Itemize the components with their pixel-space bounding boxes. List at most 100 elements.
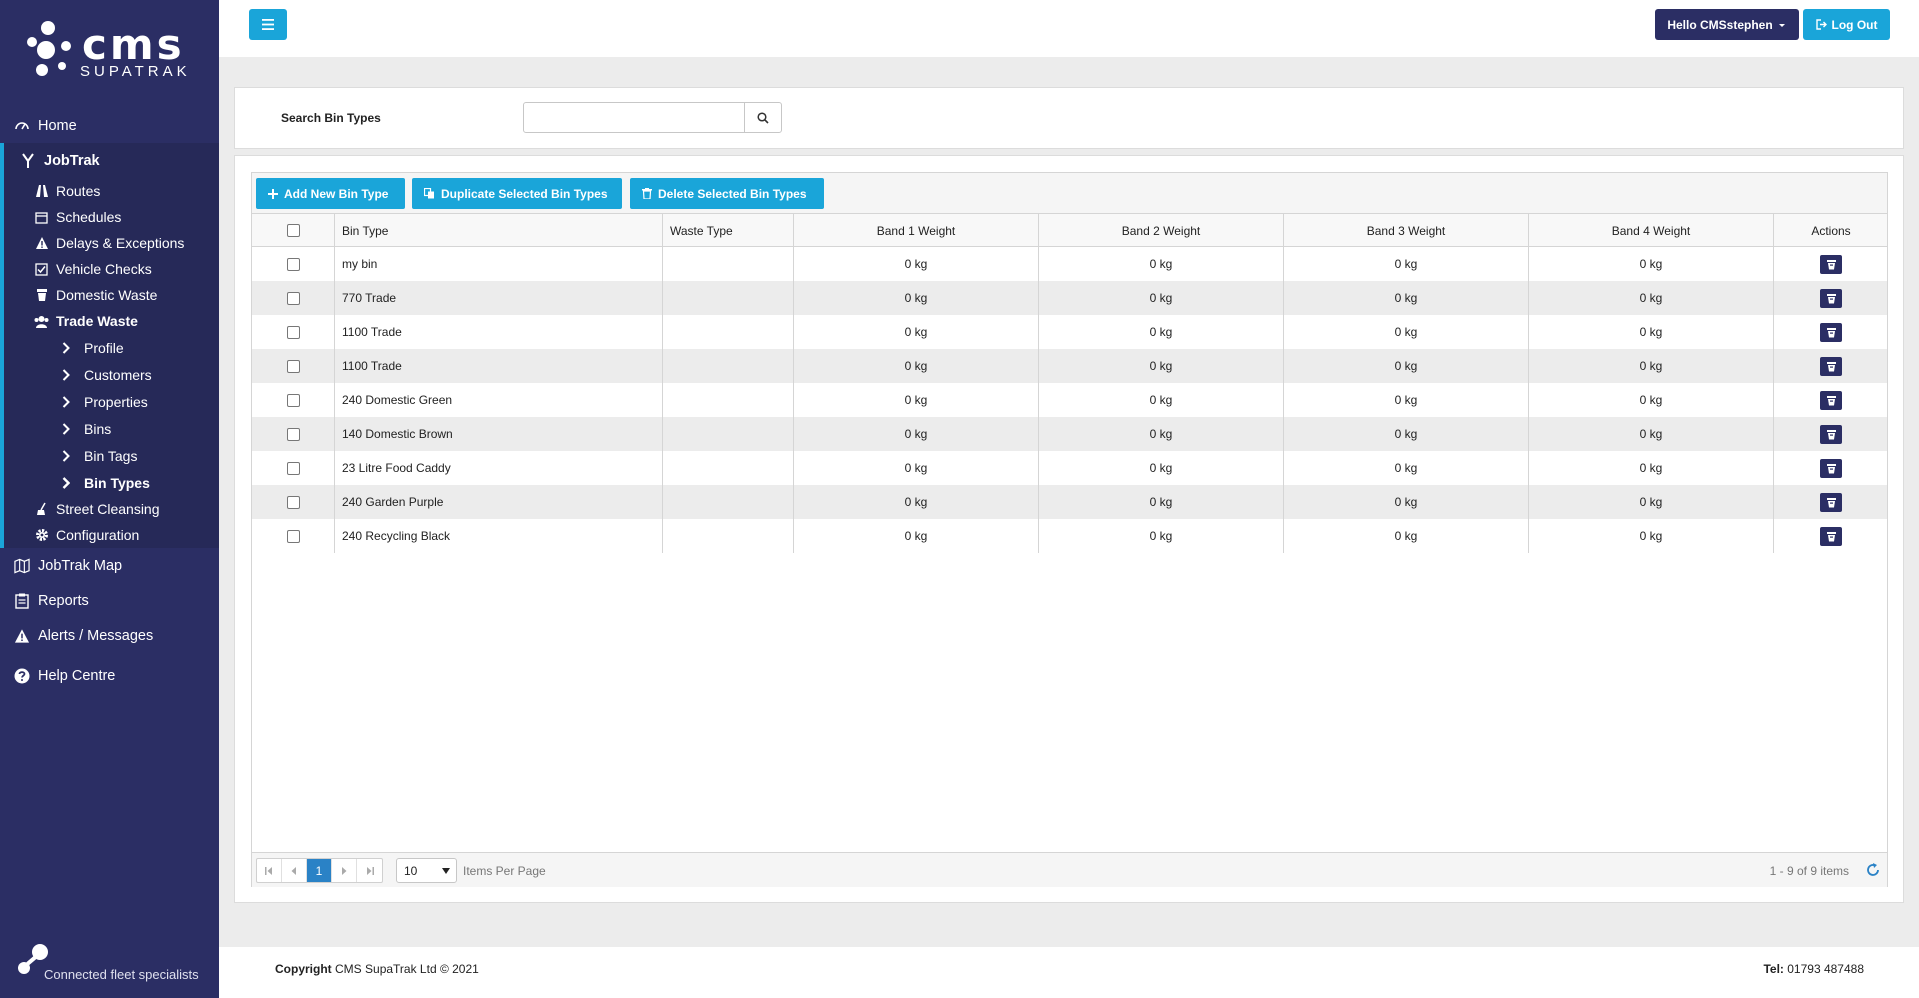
sidebar-item-home[interactable]: Home bbox=[0, 108, 219, 143]
bin-edit-icon bbox=[1826, 531, 1836, 541]
sidebar-item-street-cleansing[interactable]: Street Cleansing bbox=[4, 496, 219, 522]
table-row[interactable]: 1100 Trade 0 kg 0 kg 0 kg 0 kg bbox=[252, 349, 1887, 383]
table-row[interactable]: 770 Trade 0 kg 0 kg 0 kg 0 kg bbox=[252, 281, 1887, 315]
pager-info: 1 - 9 of 9 items bbox=[1769, 864, 1849, 878]
row-checkbox[interactable] bbox=[286, 529, 300, 543]
column-header-band-3[interactable]: Band 3 Weight bbox=[1283, 214, 1528, 247]
sidebar-item-bin-tags[interactable]: Bin Tags bbox=[4, 442, 219, 469]
menu-toggle-button[interactable] bbox=[249, 9, 287, 40]
edit-bin-type-button[interactable] bbox=[1820, 424, 1842, 444]
sidebar-item-routes[interactable]: Routes bbox=[4, 178, 219, 204]
column-header-band-2[interactable]: Band 2 Weight bbox=[1038, 214, 1283, 247]
edit-bin-type-button[interactable] bbox=[1820, 322, 1842, 342]
row-select-cell bbox=[252, 247, 334, 281]
row-checkbox[interactable] bbox=[286, 291, 300, 305]
prev-page-button[interactable] bbox=[282, 859, 307, 882]
user-menu-button[interactable]: Hello CMSstephen bbox=[1655, 9, 1799, 40]
search-input[interactable] bbox=[523, 102, 745, 133]
table-row[interactable]: 140 Domestic Brown 0 kg 0 kg 0 kg 0 kg bbox=[252, 417, 1887, 451]
sidebar-item-trade-waste[interactable]: Trade Waste bbox=[4, 308, 219, 334]
sidebar-item-label: Schedules bbox=[56, 209, 122, 225]
cell-bin-type: 770 Trade bbox=[334, 281, 662, 315]
table-row[interactable]: 240 Garden Purple 0 kg 0 kg 0 kg 0 kg bbox=[252, 485, 1887, 519]
sidebar-item-alerts[interactable]: Alerts / Messages bbox=[0, 618, 219, 653]
row-checkbox[interactable] bbox=[286, 461, 300, 475]
row-select-cell bbox=[252, 349, 334, 383]
column-header-waste-type[interactable]: Waste Type bbox=[662, 214, 793, 247]
duplicate-bin-types-button[interactable]: Duplicate Selected Bin Types bbox=[412, 178, 622, 209]
sidebar-item-domestic-waste[interactable]: Domestic Waste bbox=[4, 282, 219, 308]
first-page-icon bbox=[265, 866, 272, 875]
table-row[interactable]: 23 Litre Food Caddy 0 kg 0 kg 0 kg 0 kg bbox=[252, 451, 1887, 485]
chevron-right-icon bbox=[62, 449, 76, 462]
next-page-button[interactable] bbox=[332, 859, 357, 882]
search-button[interactable] bbox=[744, 102, 782, 133]
sidebar-item-vehicle-checks[interactable]: Vehicle Checks bbox=[4, 256, 219, 282]
page-size-value: 10 bbox=[404, 863, 418, 878]
refresh-button[interactable] bbox=[1865, 862, 1881, 878]
table-row[interactable]: 240 Recycling Black 0 kg 0 kg 0 kg 0 kg bbox=[252, 519, 1887, 553]
edit-bin-type-button[interactable] bbox=[1820, 390, 1842, 410]
sidebar-item-jobtrak[interactable]: JobTrak bbox=[4, 143, 219, 178]
last-page-icon bbox=[366, 866, 374, 875]
cell-band-1: 0 kg bbox=[793, 519, 1038, 553]
sidebar-item-reports[interactable]: Reports bbox=[0, 583, 219, 618]
sidebar-item-profile[interactable]: Profile bbox=[4, 334, 219, 361]
logo-text: cms bbox=[82, 20, 185, 69]
edit-bin-type-button[interactable] bbox=[1820, 458, 1842, 478]
row-checkbox[interactable] bbox=[286, 393, 300, 407]
column-header-band-4[interactable]: Band 4 Weight bbox=[1528, 214, 1773, 247]
logout-button[interactable]: Log Out bbox=[1803, 9, 1890, 40]
first-page-button[interactable] bbox=[257, 859, 282, 882]
sidebar-item-delays[interactable]: Delays & Exceptions bbox=[4, 230, 219, 256]
table-row[interactable]: 240 Domestic Green 0 kg 0 kg 0 kg 0 kg bbox=[252, 383, 1887, 417]
edit-bin-type-button[interactable] bbox=[1820, 288, 1842, 308]
page-size-select[interactable]: 10 bbox=[396, 858, 457, 883]
page-number-button[interactable]: 1 bbox=[307, 859, 332, 882]
row-checkbox[interactable] bbox=[286, 325, 300, 339]
cell-waste-type bbox=[662, 349, 793, 383]
sidebar-item-label: Properties bbox=[84, 393, 148, 410]
sidebar-item-properties[interactable]: Properties bbox=[4, 388, 219, 415]
sidebar-item-help[interactable]: Help Centre bbox=[0, 658, 219, 693]
edit-bin-type-button[interactable] bbox=[1820, 492, 1842, 512]
row-checkbox[interactable] bbox=[286, 359, 300, 373]
sidebar-item-schedules[interactable]: Schedules bbox=[4, 204, 219, 230]
sidebar-nav: Home JobTrak Routes Schedules Delays & E… bbox=[0, 108, 219, 693]
edit-bin-type-button[interactable] bbox=[1820, 356, 1842, 376]
broom-icon bbox=[34, 502, 49, 517]
bin-edit-icon bbox=[1826, 259, 1836, 269]
cell-band-2: 0 kg bbox=[1038, 451, 1283, 485]
table-row[interactable]: my bin 0 kg 0 kg 0 kg 0 kg bbox=[252, 247, 1887, 281]
delete-bin-types-button[interactable]: Delete Selected Bin Types bbox=[630, 178, 824, 209]
edit-bin-type-button[interactable] bbox=[1820, 254, 1842, 274]
sidebar-item-configuration[interactable]: Configuration bbox=[4, 522, 219, 548]
table-row[interactable]: 1100 Trade 0 kg 0 kg 0 kg 0 kg bbox=[252, 315, 1887, 349]
select-all-checkbox[interactable] bbox=[286, 224, 300, 237]
cell-band-3: 0 kg bbox=[1283, 485, 1528, 519]
check-square-icon bbox=[34, 262, 49, 277]
add-bin-type-button[interactable]: Add New Bin Type bbox=[256, 178, 405, 209]
search-icon bbox=[757, 111, 769, 124]
cell-band-1: 0 kg bbox=[793, 417, 1038, 451]
row-checkbox[interactable] bbox=[286, 495, 300, 509]
cell-band-3: 0 kg bbox=[1283, 315, 1528, 349]
sidebar-item-bin-types[interactable]: Bin Types bbox=[4, 469, 219, 496]
cms-logo[interactable]: cms SUPATRAK bbox=[22, 20, 202, 80]
sidebar-item-jobtrak-map[interactable]: JobTrak Map bbox=[0, 548, 219, 583]
column-header-bin-type[interactable]: Bin Type bbox=[334, 214, 662, 247]
last-page-button[interactable] bbox=[357, 859, 382, 882]
user-greeting: Hello CMSstephen bbox=[1667, 17, 1773, 32]
edit-bin-type-button[interactable] bbox=[1820, 526, 1842, 546]
column-header-band-1[interactable]: Band 1 Weight bbox=[793, 214, 1038, 247]
row-checkbox[interactable] bbox=[286, 427, 300, 441]
cell-band-1: 0 kg bbox=[793, 315, 1038, 349]
cell-bin-type: 240 Recycling Black bbox=[334, 519, 662, 553]
dropdown-arrow-icon bbox=[442, 868, 450, 874]
sidebar-item-bins[interactable]: Bins bbox=[4, 415, 219, 442]
sidebar-item-customers[interactable]: Customers bbox=[4, 361, 219, 388]
row-checkbox[interactable] bbox=[286, 257, 300, 271]
cell-band-4: 0 kg bbox=[1528, 315, 1773, 349]
search-panel: Search Bin Types bbox=[234, 87, 1904, 149]
copy-icon bbox=[424, 188, 434, 199]
